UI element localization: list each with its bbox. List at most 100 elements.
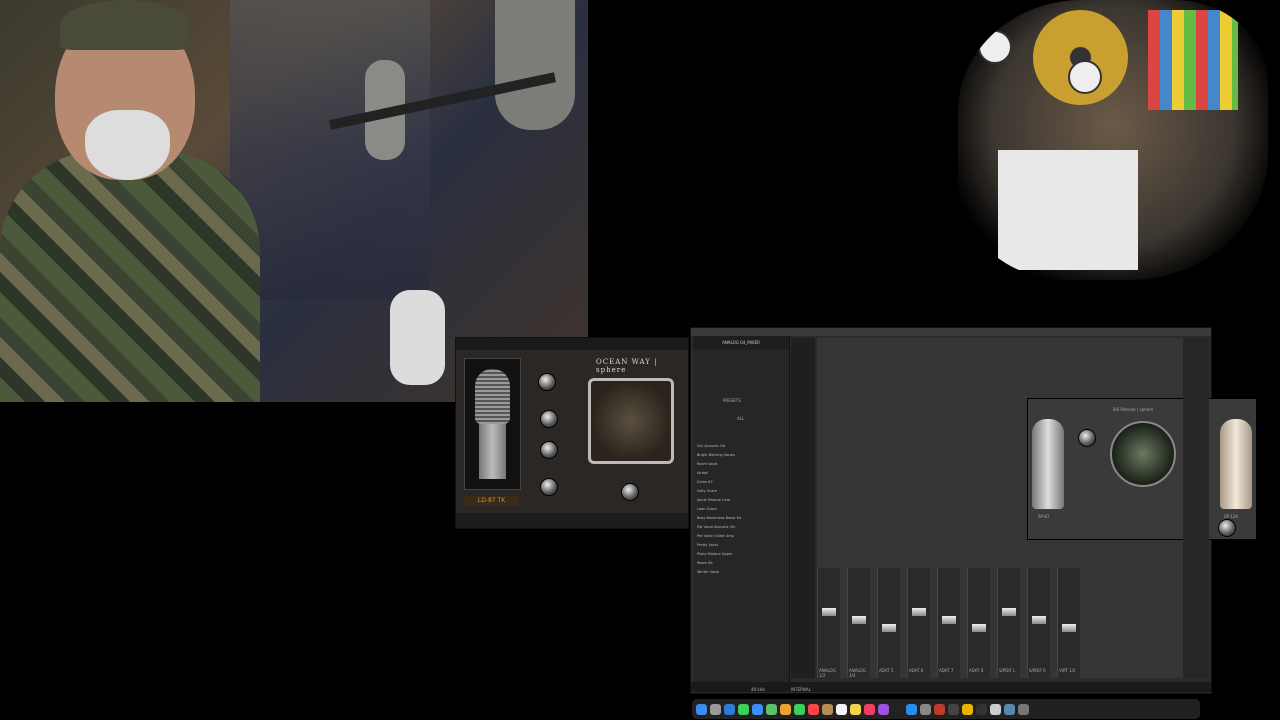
ocean-way-plugin-window[interactable]: LD-87 TK OCEAN WAY | sphere bbox=[455, 337, 689, 529]
preset-item[interactable]: Bright Backing Vocals bbox=[697, 453, 735, 457]
preset-item[interactable]: Room Kit bbox=[697, 561, 713, 565]
fader-cap[interactable] bbox=[1002, 608, 1016, 616]
left-mic-image[interactable] bbox=[1032, 419, 1064, 509]
channel-label: ANALOG 1/2 bbox=[819, 668, 836, 678]
finder-icon[interactable] bbox=[696, 703, 707, 715]
preset-item[interactable]: Fatty Snare bbox=[697, 489, 717, 493]
fader-cap[interactable] bbox=[912, 608, 926, 616]
monitor-section[interactable] bbox=[1183, 338, 1209, 678]
fader-cap[interactable] bbox=[1062, 624, 1076, 632]
fader-cap[interactable] bbox=[882, 624, 896, 632]
channel-strip[interactable]: S/PDIF L bbox=[997, 568, 1020, 678]
preset-item[interactable]: Airball bbox=[697, 471, 708, 475]
pattern-knob[interactable] bbox=[538, 373, 556, 391]
plugin-mic-display[interactable] bbox=[464, 358, 521, 490]
preset-browser[interactable]: ANALOG 04_MIXER PRESETS ALL Dry Acoustic… bbox=[693, 336, 790, 686]
webcam-feed-right bbox=[958, 0, 1268, 280]
podcasts-icon[interactable] bbox=[878, 703, 889, 715]
person-beard bbox=[85, 110, 170, 180]
preset-item[interactable]: Pet Voice Guitar Amp bbox=[697, 534, 734, 538]
contacts-icon[interactable] bbox=[822, 703, 833, 715]
maps-icon[interactable] bbox=[766, 703, 777, 715]
appstore-icon[interactable] bbox=[906, 703, 917, 715]
preset-item[interactable]: Pretty Vocal bbox=[697, 543, 718, 547]
facetime-icon[interactable] bbox=[794, 703, 805, 715]
channel-label: ADAT 6 bbox=[909, 668, 924, 673]
preset-item[interactable]: Dry Acoustic Gtr bbox=[697, 444, 726, 448]
macos-dock[interactable] bbox=[692, 699, 1200, 719]
right-mic-image[interactable] bbox=[1220, 419, 1252, 509]
reminders-icon[interactable] bbox=[836, 703, 847, 715]
preset-item[interactable]: Bass Warmness Boost Kit bbox=[697, 516, 741, 520]
tv-icon[interactable] bbox=[892, 703, 903, 715]
off-axis-knob[interactable] bbox=[540, 441, 558, 459]
mail-icon[interactable] bbox=[752, 703, 763, 715]
preset-item[interactable]: Piano Mixture Upper bbox=[697, 552, 733, 556]
wall-clock bbox=[978, 30, 1012, 64]
person-cap bbox=[60, 0, 190, 50]
mic-grille bbox=[475, 369, 510, 424]
console-app-window[interactable]: ANALOG 04_MIXER PRESETS ALL Dry Acoustic… bbox=[690, 327, 1257, 694]
fader-cap[interactable] bbox=[942, 616, 956, 624]
fader-cap[interactable] bbox=[852, 616, 866, 624]
calendar-icon[interactable] bbox=[808, 703, 819, 715]
large-microphone bbox=[495, 0, 575, 130]
proximity-knob[interactable] bbox=[540, 478, 558, 496]
console-side-strip[interactable] bbox=[791, 338, 815, 678]
preset-item[interactable]: Pat Vocal Acoustic Gtr bbox=[697, 525, 735, 529]
mixer-area[interactable]: ANALOG 1/2 ANALOG 3/4 ADAT 5 ADAT 6 ADAT 7 AD… bbox=[817, 338, 1257, 678]
filter-knob[interactable] bbox=[540, 410, 558, 428]
preset-item[interactable]: Room Vocal bbox=[697, 462, 717, 466]
sample-rate: 48 kHz bbox=[751, 687, 765, 692]
sphere-plugin-window[interactable]: Bill Putnam | sphere SP-87 SP-12A bbox=[1027, 398, 1257, 540]
fader-cap[interactable] bbox=[1032, 616, 1046, 624]
clock-source: INTERNAL bbox=[791, 687, 811, 692]
daw-icon[interactable] bbox=[948, 703, 959, 715]
console-icon[interactable] bbox=[934, 703, 945, 715]
preset-item[interactable]: Dylan 67 bbox=[697, 480, 713, 484]
channel-label: ANALOG 3/4 bbox=[849, 668, 866, 678]
fader-cap[interactable] bbox=[822, 608, 836, 616]
browser-tab-presets[interactable]: PRESETS bbox=[723, 398, 741, 403]
output-knob[interactable] bbox=[621, 483, 639, 501]
terminal-icon[interactable] bbox=[976, 703, 987, 715]
preview-icon[interactable] bbox=[1004, 703, 1015, 715]
channel-strip[interactable]: ADAT 7 bbox=[937, 568, 960, 678]
plugin-footer bbox=[456, 513, 688, 528]
channel-strip[interactable]: ANALOG 3/4 bbox=[847, 568, 870, 678]
left-mic-label: SP-87 bbox=[1038, 514, 1050, 519]
preset-list[interactable]: Dry Acoustic Gtr Bright Backing Vocals Roo… bbox=[693, 444, 789, 584]
channel-strip[interactable]: ADAT 5 bbox=[877, 568, 900, 678]
channel-strip[interactable]: S/PDIF R bbox=[1027, 568, 1050, 678]
channel-strip[interactable]: ADAT 8 bbox=[967, 568, 990, 678]
console-titlebar[interactable] bbox=[691, 328, 1211, 336]
preset-item[interactable]: Winter Vocal bbox=[697, 570, 719, 574]
messages-icon[interactable] bbox=[738, 703, 749, 715]
photos-icon[interactable] bbox=[780, 703, 791, 715]
console-status-bar: 48 kHz INTERNAL bbox=[691, 682, 1211, 692]
launchpad-icon[interactable] bbox=[710, 703, 721, 715]
sphere-output-knob[interactable] bbox=[1218, 519, 1236, 537]
music-icon[interactable] bbox=[864, 703, 875, 715]
sphere-knob[interactable] bbox=[1078, 429, 1096, 447]
channel-label: S/PDIF L bbox=[999, 668, 1016, 673]
safari-icon[interactable] bbox=[724, 703, 735, 715]
browser-title: ANALOG 04_MIXER bbox=[693, 336, 789, 350]
channel-label: S/PDIF R bbox=[1029, 668, 1046, 673]
text-icon[interactable] bbox=[990, 703, 1001, 715]
plugin-titlebar[interactable] bbox=[456, 338, 688, 350]
channel-strip[interactable]: VIRT 1/2 bbox=[1057, 568, 1080, 678]
preset-item[interactable]: Jamie Mixture Core bbox=[697, 498, 730, 502]
channel-strip[interactable]: ADAT 6 bbox=[907, 568, 930, 678]
preset-item[interactable]: Lean Snare bbox=[697, 507, 717, 511]
notes-icon[interactable] bbox=[850, 703, 861, 715]
settings-icon[interactable] bbox=[920, 703, 931, 715]
browser-tab-all[interactable]: ALL bbox=[737, 416, 744, 421]
chrome-icon[interactable] bbox=[962, 703, 973, 715]
fader-cap[interactable] bbox=[972, 624, 986, 632]
channel-strip[interactable]: ANALOG 1/2 bbox=[817, 568, 840, 678]
polar-pattern-scope bbox=[588, 378, 674, 464]
sphere-polar-scope bbox=[1110, 421, 1176, 487]
trash-icon[interactable] bbox=[1018, 703, 1029, 715]
person-shirt bbox=[0, 150, 260, 402]
